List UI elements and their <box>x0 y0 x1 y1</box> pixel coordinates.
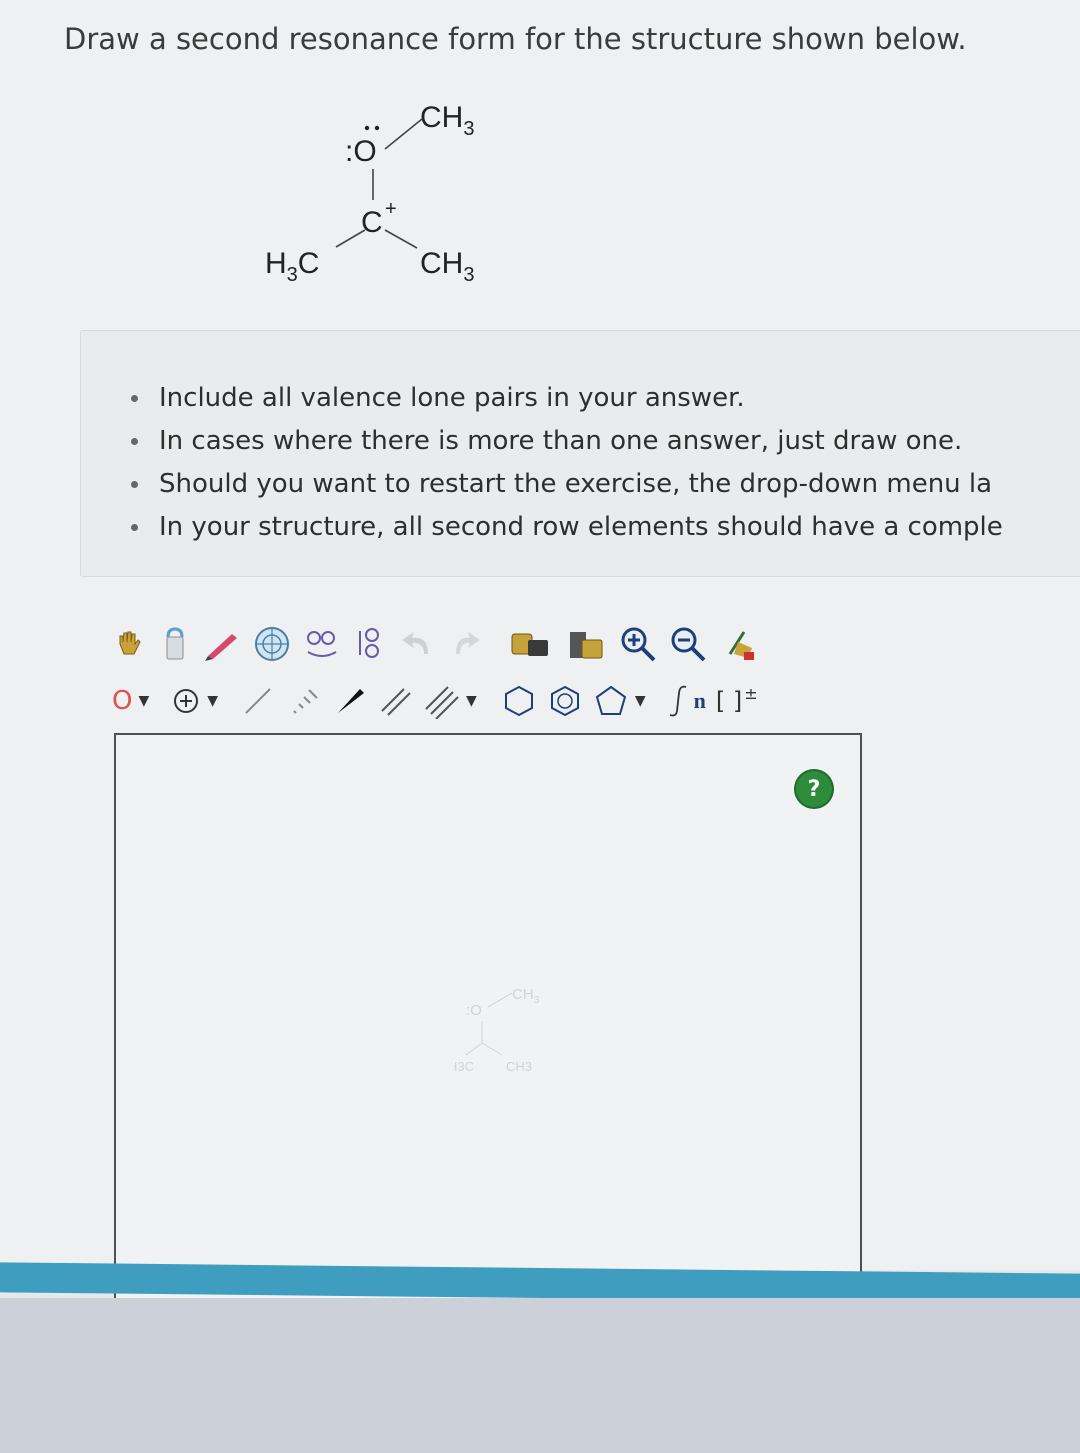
eraser-icon <box>166 627 184 660</box>
page-footer <box>0 1298 1080 1453</box>
copy-button[interactable] <box>508 622 554 666</box>
molecule-structure: CH3 :O C + H3C CH3 <box>265 101 474 286</box>
broom-icon <box>728 631 754 660</box>
pencil-tool-button[interactable] <box>202 622 242 666</box>
hand-icon <box>119 631 141 655</box>
hashed-bond-icon <box>293 689 318 714</box>
help-button[interactable]: ? <box>796 771 832 807</box>
instruction-item: Should you want to restart the exercise,… <box>131 463 1080 506</box>
bullet <box>131 438 138 445</box>
repeat-unit-button[interactable]: n <box>666 679 706 723</box>
toolbar-row-bottom: O ▼ ▼ ▼ ▼ n [] ± <box>112 675 932 727</box>
question-area: Draw a second resonance form for the str… <box>0 0 1080 1300</box>
paste-icon <box>570 632 603 659</box>
double-bond-icon <box>381 688 411 716</box>
chevron-down-icon: ▼ <box>207 693 219 709</box>
redo-button[interactable] <box>448 622 484 666</box>
ghost-structure-preview: CH3 :O H3C CH3 <box>454 986 540 1074</box>
ghost-top-label: CH3 <box>512 986 540 1006</box>
bracket-label: [ ] <box>715 687 743 715</box>
benzene-icon <box>550 685 579 717</box>
instructions-list: Include all valence lone pairs in your a… <box>131 377 1080 549</box>
integral-icon <box>669 685 686 717</box>
hashed-bond-button[interactable] <box>286 679 322 723</box>
chevron-down-icon: ▼ <box>466 693 477 709</box>
instruction-item: Include all valence lone pairs in your a… <box>131 377 1080 420</box>
carbon-atom-label: C <box>361 206 383 239</box>
zoom-out-button[interactable] <box>668 622 708 666</box>
ghost-left-label: H3C <box>454 1059 474 1074</box>
benzene-button[interactable] <box>547 679 583 723</box>
zoom-in-icon <box>621 627 656 662</box>
group-tool-button[interactable] <box>302 622 342 666</box>
bullet <box>131 395 138 402</box>
template-wheel-icon <box>255 627 289 661</box>
charge-selector[interactable]: ▼ <box>171 679 218 723</box>
cyclopentane-selector[interactable]: ▼ <box>593 679 646 723</box>
template-tool-button[interactable] <box>252 622 292 666</box>
instructions-box: Include all valence lone pairs in your a… <box>80 330 1080 577</box>
zoom-out-icon <box>671 627 706 662</box>
bullet <box>131 524 138 531</box>
triple-bond-icon <box>425 686 459 719</box>
undo-button[interactable] <box>398 622 438 666</box>
oxygen-atom-label: :O <box>345 135 377 168</box>
question-prompt: Draw a second resonance form for the str… <box>64 22 967 56</box>
toolbar-row-top <box>112 618 932 670</box>
bracket-button[interactable]: [ ] ± <box>716 679 758 723</box>
instruction-item: In your structure, all second row elemen… <box>131 506 1080 549</box>
copy-icon <box>511 633 548 656</box>
lone-pair-dot <box>364 125 370 131</box>
top-methyl-label: CH3 <box>420 101 474 140</box>
instruction-item: In cases where there is more than one an… <box>131 420 1080 463</box>
single-bond-button[interactable] <box>240 679 276 723</box>
drawing-canvas[interactable]: ? CH3 :O H3C CH3 <box>114 733 862 1300</box>
positive-charge: + <box>385 198 397 220</box>
hand-tool-button[interactable] <box>112 622 148 666</box>
drawing-toolbar: O ▼ ▼ ▼ ▼ n [] ± <box>112 615 932 727</box>
hexagon-icon <box>504 685 533 717</box>
left-methyl-label: H3C <box>265 247 319 286</box>
ghost-oxygen-label: :O <box>466 1002 482 1019</box>
bracket-charge-label: ± <box>744 683 758 703</box>
element-label: O <box>112 686 133 716</box>
bond-c-ch3 <box>384 229 418 249</box>
ungroup-icon <box>359 628 379 658</box>
zoom-in-button[interactable] <box>618 622 658 666</box>
undo-icon <box>402 632 428 654</box>
single-bond-icon <box>245 688 271 714</box>
positive-charge-icon <box>174 689 199 713</box>
wedge-bond-icon <box>338 689 365 713</box>
chevron-down-icon: ▼ <box>138 693 150 709</box>
pentagon-icon <box>595 685 626 715</box>
wedge-bond-button[interactable] <box>332 679 368 723</box>
double-bond-button[interactable] <box>378 679 414 723</box>
group-icon <box>307 631 337 657</box>
paste-button[interactable] <box>564 622 608 666</box>
redo-icon <box>456 632 480 654</box>
bullet <box>131 481 138 488</box>
erase-tool-button[interactable] <box>158 622 192 666</box>
right-methyl-label: CH3 <box>420 247 474 286</box>
clean-structure-button[interactable] <box>718 622 762 666</box>
ungroup-tool-button[interactable] <box>352 622 388 666</box>
subscript-n-label: n <box>693 688 706 713</box>
element-selector[interactable]: O ▼ <box>112 679 149 723</box>
chevron-down-icon: ▼ <box>634 693 646 709</box>
triple-bond-selector[interactable]: ▼ <box>424 679 477 723</box>
cyclohexane-button[interactable] <box>501 679 537 723</box>
lone-pair-dot <box>374 125 380 131</box>
pencil-icon <box>205 634 237 661</box>
bond-o-ch3 <box>384 118 423 150</box>
ghost-right-label: CH3 <box>506 1059 532 1074</box>
